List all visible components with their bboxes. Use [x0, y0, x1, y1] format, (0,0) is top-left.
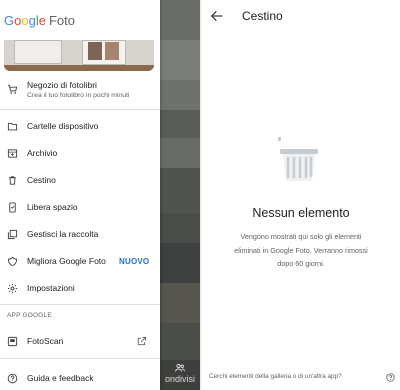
scrim-block [160, 110, 200, 138]
photobook-promo-image[interactable] [4, 40, 154, 71]
divider [0, 304, 160, 305]
menu-item-label: Libera spazio [27, 202, 78, 212]
menu-item-sublabel: Crea il tuo fotolibro in pochi minuti [27, 92, 130, 99]
divider [0, 358, 160, 359]
shared-people-icon [175, 363, 185, 372]
new-badge: NUOVO [119, 256, 150, 266]
bottom-tab-shared[interactable]: ondivisi [160, 360, 200, 390]
arrow-back-icon[interactable] [209, 8, 225, 24]
phone-free-space-icon [9, 201, 16, 213]
menu-item-label: FotoScan [27, 336, 64, 346]
scrim-block [160, 138, 200, 168]
menu-item-label: Archivio [27, 148, 58, 158]
scrim-block [160, 168, 200, 213]
scrim-block [160, 323, 200, 360]
menu-item-fotoscan[interactable]: FotoScan [0, 329, 160, 353]
empty-state-title: Nessun elemento [252, 206, 350, 220]
background-scrim[interactable]: ondivisi [160, 0, 200, 390]
menu-item-improve-photos[interactable]: Migliora Google Foto NUOVO [0, 249, 160, 273]
menu-item-archive[interactable]: Archivio [0, 141, 160, 165]
menu-item-label: Migliora Google Foto [27, 256, 106, 266]
scrim-block [160, 283, 200, 323]
menu-item-photobook-store[interactable]: Negozio di fotolibri Crea il tuo fotolib… [0, 78, 160, 104]
cart-icon [7, 84, 18, 94]
menu-item-help-feedback[interactable]: Guida e feedback [0, 366, 160, 390]
scrim-block [160, 213, 200, 243]
folder-icon [7, 122, 18, 130]
menu-item-free-space[interactable]: Libera spazio [0, 195, 160, 219]
google-wordmark: Google [4, 12, 46, 28]
navigation-drawer: Google Foto Negozio di fotolibri Crea il… [0, 0, 160, 390]
gallery-help-bar[interactable]: Cerchi elementi della galleria o di un'a… [201, 368, 400, 390]
menu-item-trash[interactable]: Cestino [0, 168, 160, 192]
feedback-icon [7, 256, 18, 266]
scrim-block [160, 0, 200, 40]
help-icon [7, 373, 18, 383]
shelf-graphic [4, 65, 154, 71]
menu-item-label: Negozio di fotolibri [27, 80, 97, 90]
divider [0, 109, 160, 110]
archive-icon [7, 148, 18, 158]
fotoscan-icon [7, 336, 18, 346]
menu-item-label: Guida e feedback [27, 373, 94, 383]
menu-item-settings[interactable]: Impostazioni [0, 276, 160, 300]
scrim-block [160, 80, 200, 110]
menu-item-label: Impostazioni [27, 283, 75, 293]
help-question-text: Cerchi elementi della galleria o di un'a… [209, 373, 342, 380]
google-photos-logo: Google Foto [4, 11, 75, 29]
question-circle-icon[interactable] [386, 373, 395, 382]
gear-icon [7, 283, 18, 293]
menu-item-label: Gestisci la raccolta [27, 229, 99, 239]
menu-item-manage-library[interactable]: Gestisci la raccolta [0, 222, 160, 246]
top-app-bar: Cestino [201, 0, 400, 32]
trash-screen: Cestino Nessun elemento Vengono mostrati… [200, 0, 400, 390]
scrim-block [160, 243, 200, 283]
left-screen: ondivisi Google Foto Negozio di fotolibr… [0, 0, 200, 390]
menu-item-label: Cestino [27, 175, 56, 185]
photobook-photo [105, 42, 119, 60]
menu-item-label: Cartelle dispositivo [27, 121, 99, 131]
bottom-tab-label: ondivisi [164, 374, 195, 384]
empty-state-description: Vengono mostrati qui solo gli elementi e… [234, 232, 368, 268]
section-title-google-apps: APP GOOGLE [7, 312, 52, 319]
open-external-icon [137, 336, 147, 345]
collection-icon [7, 229, 18, 239]
photobook-graphic [14, 40, 62, 64]
trash-bin-illustration [278, 137, 318, 181]
menu-item-device-folders[interactable]: Cartelle dispositivo [0, 114, 160, 138]
trash-icon [9, 175, 16, 185]
scrim-block [160, 40, 200, 80]
product-name: Foto [48, 12, 75, 28]
page-title: Cestino [242, 9, 283, 23]
photobook-photo [88, 42, 102, 60]
